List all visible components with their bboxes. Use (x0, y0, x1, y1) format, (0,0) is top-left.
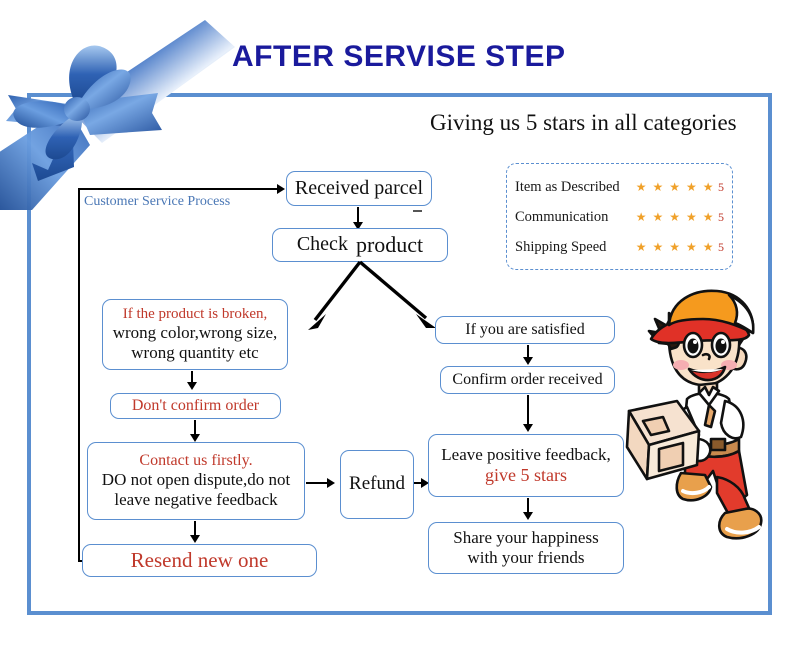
flow-box-label: If you are satisfied (465, 320, 585, 338)
flow-box-product-broken[interactable]: If the product is broken, wrong color,wr… (102, 299, 288, 370)
rating-label: Shipping Speed (515, 238, 607, 255)
flow-box-label: Confirm order received (452, 370, 603, 388)
flow-box-label-product: product (355, 232, 424, 258)
connector-arrowhead-dontconfirm (187, 382, 197, 390)
connector-arrowhead-share (523, 512, 533, 520)
five-star-icon: ★ ★ ★ ★ ★ (635, 179, 715, 194)
flow-box-received-parcel[interactable]: Received parcel (286, 171, 432, 206)
flow-box-label-line2: with your friends (467, 548, 585, 567)
connector-loopback-vertical (78, 189, 80, 562)
five-star-icon: ★ ★ ★ ★ ★ (635, 209, 715, 224)
flow-box-label-line1: Contact us firstly. (139, 451, 253, 469)
flow-box-label-check: Check (296, 233, 348, 256)
connector-arrowhead-contact (190, 434, 200, 442)
connector-arrowhead-received-parcel (277, 184, 285, 194)
flow-box-label-line2: DO not open dispute,do not (101, 470, 291, 490)
flow-box-refund[interactable]: Refund (340, 450, 414, 519)
flow-box-label-line2: wrong color,wrong size, (112, 323, 278, 343)
flow-box-label-line3: wrong quantity etc (131, 343, 259, 363)
flow-box-label-line1: Share your happiness (453, 527, 599, 547)
connector-arrowhead-leave-feedback (523, 424, 533, 432)
flow-box-if-satisfied[interactable]: If you are satisfied (435, 316, 615, 344)
flow-box-contact-us[interactable]: Contact us firstly. DO not open dispute,… (87, 442, 305, 520)
rating-summary-box: Item as Described ★ ★ ★ ★ ★ 5 Communicat… (506, 163, 733, 270)
flow-box-dont-confirm-order[interactable]: Don't confirm order (110, 393, 281, 419)
rating-score: 5 (718, 239, 724, 254)
flow-box-label-line1: Leave positive feedback, (441, 444, 611, 464)
connector-arrowhead-refund (327, 478, 335, 488)
flow-box-label: Received parcel (294, 176, 424, 199)
flow-box-label: Resend new one (130, 548, 269, 573)
customer-service-process-label: Customer Service Process (84, 194, 231, 209)
connector-confirm-to-feedback (527, 395, 529, 426)
rating-label: Item as Described (515, 178, 620, 195)
connector-contact-to-refund (306, 482, 329, 484)
flow-box-resend-new-one[interactable]: Resend new one (82, 544, 317, 577)
rating-row: Communication ★ ★ ★ ★ ★ 5 (515, 202, 724, 232)
page-title: AFTER SERVISE STEP (232, 40, 566, 73)
connector-arrowhead-confirm-order (523, 357, 533, 365)
rating-row: Shipping Speed ★ ★ ★ ★ ★ 5 (515, 232, 724, 262)
rating-score: 5 (718, 209, 724, 224)
five-star-icon: ★ ★ ★ ★ ★ (635, 239, 715, 254)
connector-loopback-top (78, 188, 278, 190)
stray-dash-mark (413, 210, 422, 212)
flow-box-label-line3: leave negative feedback (114, 490, 278, 510)
flow-box-label: Don't confirm order (131, 396, 260, 414)
rating-headline: Giving us 5 stars in all categories (430, 110, 737, 135)
flow-box-label-line2: give 5 stars (485, 464, 567, 485)
flow-box-confirm-order-received[interactable]: Confirm order received (440, 366, 615, 394)
connector-arrowhead-resend (190, 535, 200, 543)
rating-score: 5 (718, 179, 724, 194)
flow-box-check-product[interactable]: Check product (272, 228, 448, 262)
flow-box-leave-positive-feedback[interactable]: Leave positive feedback, give 5 stars (428, 434, 624, 497)
flow-box-label-line1: If the product is broken, (122, 305, 268, 322)
flow-box-share-happiness[interactable]: Share your happiness with your friends (428, 522, 624, 574)
rating-row: Item as Described ★ ★ ★ ★ ★ 5 (515, 172, 724, 202)
flow-box-label: Refund (349, 473, 405, 495)
rating-label: Communication (515, 208, 609, 225)
after-service-step-infographic: AFTER SERVISE STEP Giving us 5 stars in … (0, 0, 800, 671)
